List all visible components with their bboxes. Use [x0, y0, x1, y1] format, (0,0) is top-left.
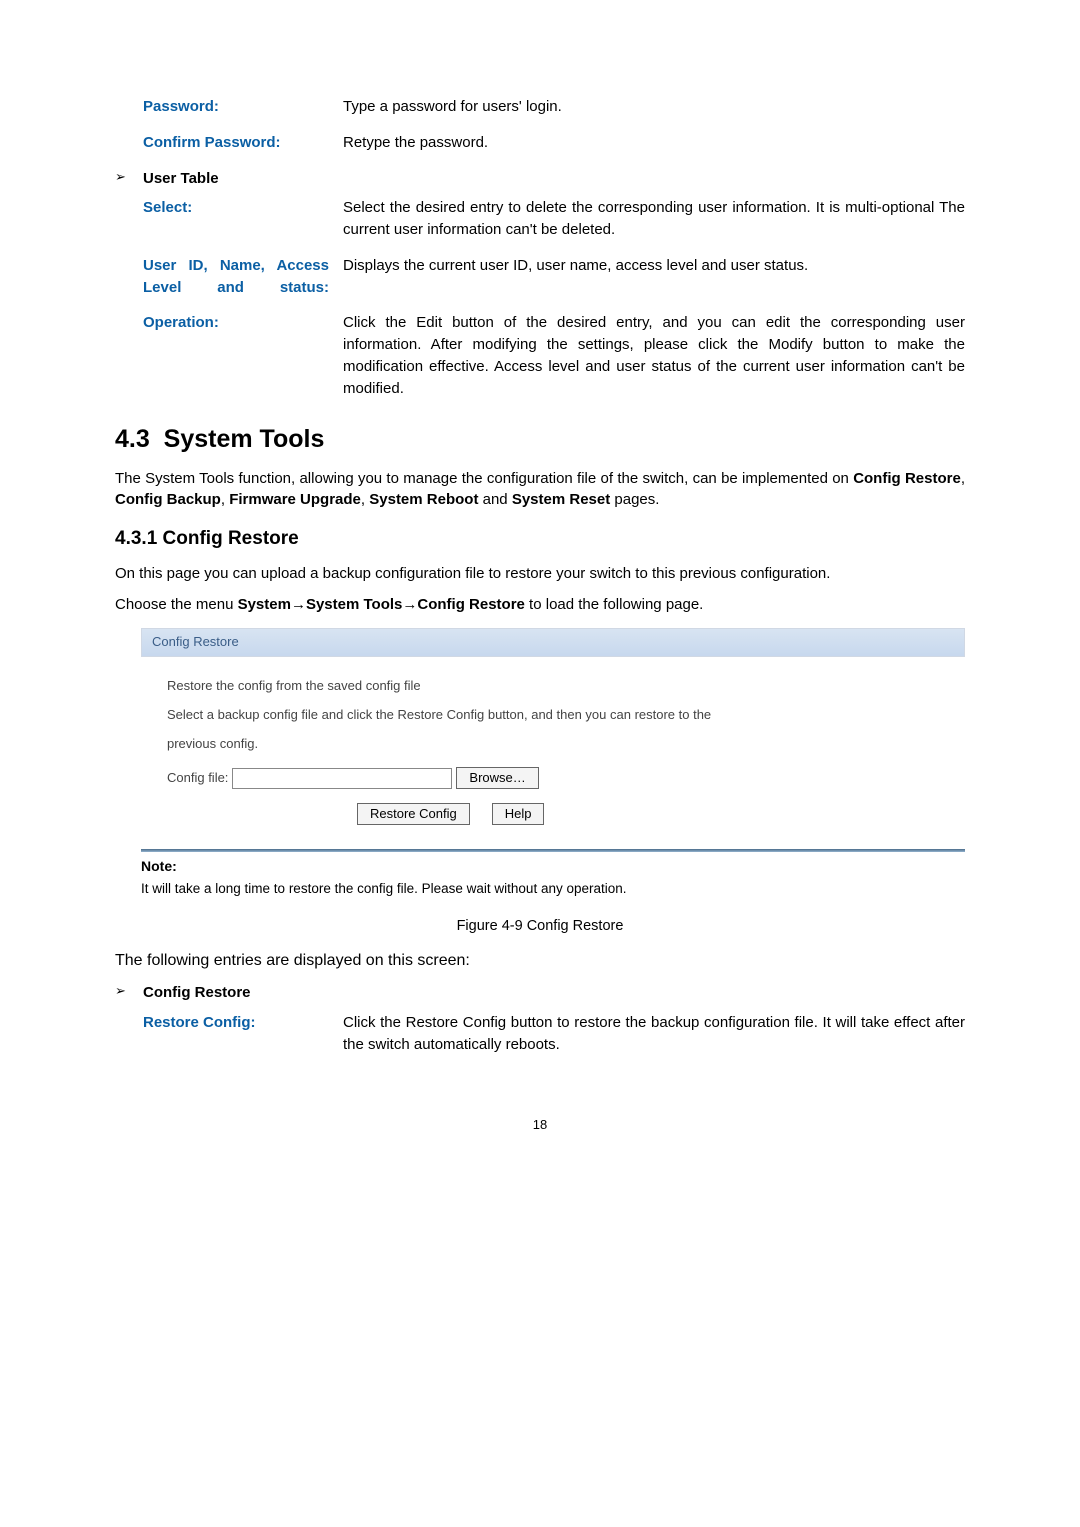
- sec-bold-2: Firmware Upgrade: [229, 491, 361, 508]
- desc-confirm-password: Retype the password.: [343, 132, 965, 154]
- def-row-password: Password: Type a password for users' log…: [143, 96, 965, 118]
- bullet-icon: ➢: [115, 982, 143, 1004]
- sec-bold-4: System Reset: [512, 491, 610, 508]
- sec-join-1: ,: [221, 491, 229, 508]
- sub-para-1: On this page you can upload a backup con…: [115, 563, 965, 585]
- def-row-confirm: Confirm Password: Retype the password.: [143, 132, 965, 154]
- sec-para-pre: The System Tools function, allowing you …: [115, 470, 853, 487]
- bullet-label: Config Restore: [143, 982, 251, 1004]
- panel-button-row: Restore Config Help: [357, 803, 939, 825]
- sub2-pre: Choose the menu: [115, 596, 238, 613]
- sub2-post: to load the following page.: [525, 596, 703, 613]
- panel-header: Config Restore: [141, 628, 965, 657]
- section-heading: 4.3 System Tools: [115, 421, 965, 457]
- divider: [141, 849, 965, 852]
- term-select: Select:: [143, 197, 343, 241]
- entries-intro: The following entries are displayed on t…: [115, 949, 965, 972]
- def-row-select: Select: Select the desired entry to dele…: [143, 197, 965, 241]
- panel-line-1: Restore the config from the saved config…: [167, 677, 939, 696]
- menu-0: System: [238, 596, 291, 613]
- definitions-block-2: Select: Select the desired entry to dele…: [143, 197, 965, 399]
- restore-config-button[interactable]: Restore Config: [357, 803, 470, 825]
- page-number: 18: [115, 1116, 965, 1135]
- browse-button[interactable]: Browse…: [456, 767, 538, 789]
- def-row-restore: Restore Config: Click the Restore Config…: [143, 1012, 965, 1056]
- menu-1: System Tools: [306, 596, 402, 613]
- sub-para-2: Choose the menu System→System Tools→Conf…: [115, 594, 965, 616]
- sec-bold-0: Config Restore: [853, 470, 961, 487]
- def-row-operation: Operation: Click the Edit button of the …: [143, 312, 965, 399]
- document-page: Password: Type a password for users' log…: [0, 0, 1080, 1185]
- term-operation: Operation:: [143, 312, 343, 399]
- definitions-block-3: Restore Config: Click the Restore Config…: [143, 1012, 965, 1056]
- bullet-user-table: ➢ User Table: [115, 168, 965, 190]
- term-password: Password:: [143, 96, 343, 118]
- bullet-icon: ➢: [115, 168, 143, 190]
- def-row-usercols: User ID, Name, Access Level and status: …: [143, 255, 965, 299]
- config-file-input[interactable]: [232, 768, 452, 789]
- term-usercols: User ID, Name, Access Level and status:: [143, 255, 343, 299]
- section-paragraph: The System Tools function, allowing you …: [115, 468, 965, 512]
- term-restore-config: Restore Config:: [143, 1012, 343, 1056]
- sec-join-0: ,: [961, 470, 965, 487]
- bullet-config-restore: ➢ Config Restore: [115, 982, 965, 1004]
- panel-body: Restore the config from the saved config…: [141, 657, 965, 846]
- sec-para-post: pages.: [610, 491, 659, 508]
- figure-config-restore: Config Restore Restore the config from t…: [141, 628, 965, 845]
- term-confirm-password: Confirm Password:: [143, 132, 343, 154]
- section-number: 4.3: [115, 425, 150, 453]
- subsection-heading: 4.3.1 Config Restore: [115, 525, 965, 553]
- desc-restore-config: Click the Restore Config button to resto…: [343, 1012, 965, 1056]
- help-button[interactable]: Help: [492, 803, 545, 825]
- menu-2: Config Restore: [417, 596, 525, 613]
- sec-join-3: and: [478, 491, 511, 508]
- config-file-label: Config file:: [167, 769, 228, 788]
- config-file-row: Config file: Browse…: [167, 767, 939, 789]
- desc-password: Type a password for users' login.: [343, 96, 965, 118]
- figure-caption: Figure 4-9 Config Restore: [115, 916, 965, 937]
- desc-usercols: Displays the current user ID, user name,…: [343, 255, 965, 299]
- sec-bold-3: System Reboot: [369, 491, 478, 508]
- desc-select: Select the desired entry to delete the c…: [343, 197, 965, 241]
- bullet-label: User Table: [143, 168, 219, 190]
- note-title: Note:: [141, 856, 965, 876]
- sec-join-2: ,: [361, 491, 369, 508]
- note-block: Note: It will take a long time to restor…: [141, 856, 965, 898]
- sec-bold-1: Config Backup: [115, 491, 221, 508]
- definitions-block-1: Password: Type a password for users' log…: [143, 96, 965, 154]
- note-text: It will take a long time to restore the …: [141, 879, 965, 899]
- panel-line-3: previous config.: [167, 735, 939, 754]
- desc-operation: Click the Edit button of the desired ent…: [343, 312, 965, 399]
- section-title: System Tools: [164, 425, 325, 453]
- panel-line-2: Select a backup config file and click th…: [167, 706, 939, 725]
